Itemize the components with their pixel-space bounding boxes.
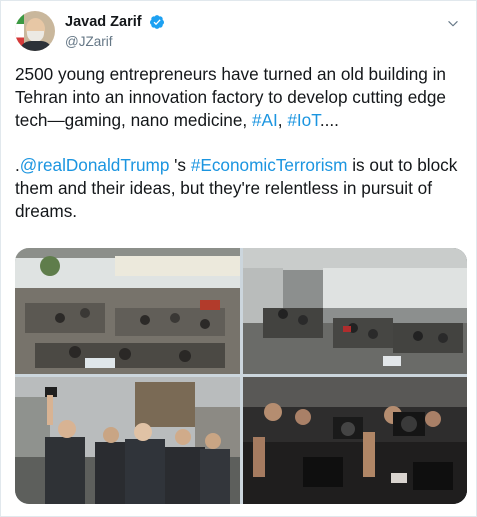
- photo-office-floor[interactable]: [15, 248, 240, 374]
- ellipsis-text: ....: [319, 110, 339, 130]
- tweet-paragraph-2: .@realDonaldTrump 's #EconomicTerrorism …: [15, 154, 465, 223]
- tweet-text: 2500 young entrepreneurs have turned an …: [15, 63, 465, 245]
- avatar[interactable]: [15, 11, 55, 51]
- display-name[interactable]: Javad Zarif: [65, 14, 142, 30]
- hashtag-ai-link[interactable]: #AI: [252, 110, 278, 130]
- tweet-header: Javad Zarif @JZarif: [15, 11, 466, 53]
- chevron-down-icon[interactable]: [446, 17, 460, 31]
- tweet-paragraph-1: 2500 young entrepreneurs have turned an …: [15, 63, 465, 132]
- hashtag-economic-terrorism-link[interactable]: #EconomicTerrorism: [191, 155, 348, 175]
- tweet-card[interactable]: Javad Zarif @JZarif 2500 young entrepren…: [0, 0, 477, 517]
- user-handle[interactable]: @JZarif: [65, 34, 165, 49]
- author-names: Javad Zarif @JZarif: [65, 13, 165, 49]
- possessive-text: 's: [169, 155, 191, 175]
- verified-badge-icon: [150, 14, 165, 29]
- photo-office-open-space[interactable]: [243, 248, 467, 374]
- media-grid: [15, 248, 467, 504]
- paragraph-1-text: 2500 young entrepreneurs have turned an …: [15, 64, 446, 130]
- photo-group-selfie[interactable]: [15, 377, 240, 504]
- hashtag-iot-link[interactable]: #IoT: [287, 110, 320, 130]
- mention-link[interactable]: @realDonaldTrump: [20, 155, 170, 175]
- photo-press-cameras[interactable]: [243, 377, 467, 504]
- separator-text: ,: [277, 110, 288, 130]
- avatar-suit: [19, 41, 53, 51]
